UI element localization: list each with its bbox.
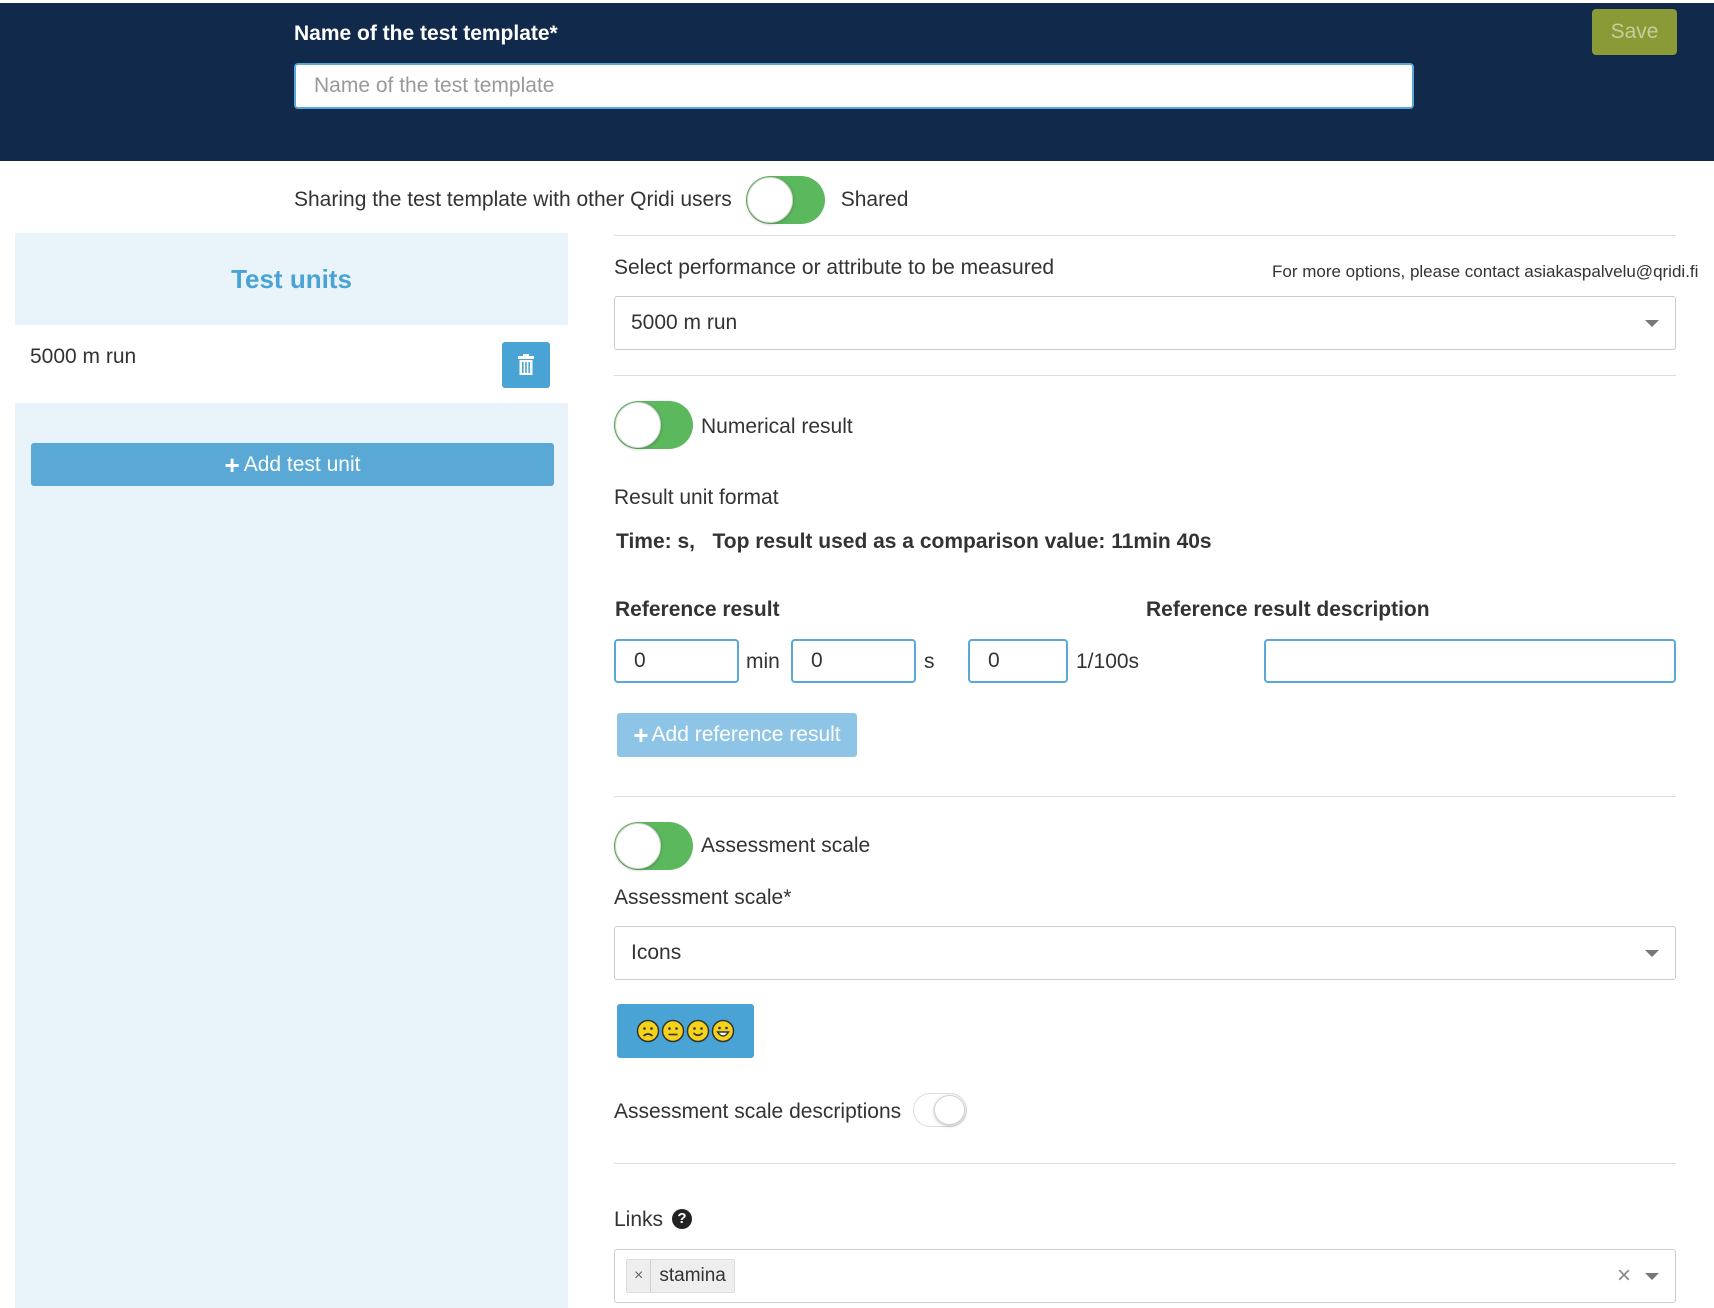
links-label: Links bbox=[614, 1208, 664, 1231]
hundredths-input[interactable] bbox=[968, 639, 1068, 683]
links-select[interactable]: × bbox=[614, 1249, 1676, 1303]
divider bbox=[614, 796, 1676, 797]
save-button[interactable]: Save bbox=[1592, 9, 1677, 55]
sharing-label: Sharing the test template with other Qri… bbox=[294, 188, 732, 211]
chevron-down-icon bbox=[1645, 320, 1659, 327]
reference-result-label: Reference result bbox=[615, 598, 780, 621]
numerical-result-label: Numerical result bbox=[701, 415, 853, 438]
smile-face-icon bbox=[686, 1019, 710, 1043]
icon-scale-preview-button[interactable] bbox=[617, 1004, 754, 1058]
divider bbox=[614, 1163, 1676, 1164]
sharing-state-label: Shared bbox=[840, 188, 909, 211]
add-test-unit-label: Add test unit bbox=[243, 452, 361, 476]
seconds-input[interactable] bbox=[791, 639, 916, 683]
template-name-input[interactable] bbox=[294, 63, 1414, 109]
toggle-knob bbox=[934, 1095, 965, 1125]
result-unit-label: Result unit format bbox=[614, 486, 779, 509]
measure-label: Select performance or attribute to be me… bbox=[614, 256, 1055, 279]
sidebar-body bbox=[15, 403, 568, 1308]
chevron-down-icon bbox=[1645, 950, 1659, 957]
toggle-knob bbox=[615, 823, 661, 869]
template-name-label: Name of the test template* bbox=[294, 22, 558, 45]
link-tag: × stamina bbox=[626, 1259, 735, 1293]
link-tag-label: stamina bbox=[659, 1265, 726, 1286]
assessment-scale-label: Assessment scale* bbox=[614, 886, 792, 909]
divider bbox=[614, 235, 1676, 236]
divider bbox=[614, 375, 1676, 376]
minutes-unit: min bbox=[746, 650, 780, 673]
measure-select[interactable]: 5000 m run bbox=[614, 296, 1676, 350]
test-unit-label: 5000 m run bbox=[30, 345, 137, 368]
trash-icon bbox=[518, 354, 534, 375]
assessment-descriptions-label: Assessment scale descriptions bbox=[614, 1100, 902, 1123]
numerical-result-toggle[interactable] bbox=[614, 401, 693, 449]
grin-face-icon bbox=[711, 1019, 735, 1043]
seconds-unit: s bbox=[924, 650, 935, 673]
sad-face-icon bbox=[636, 1019, 660, 1043]
clear-icon[interactable]: × bbox=[1617, 1262, 1631, 1290]
sharing-row: Sharing the test template with other Qri… bbox=[294, 176, 909, 224]
assessment-scale-value: Icons bbox=[631, 941, 682, 964]
toggle-knob bbox=[746, 177, 793, 223]
neutral-face-icon bbox=[661, 1019, 685, 1043]
delete-unit-button[interactable] bbox=[502, 342, 550, 388]
test-units-title: Test units bbox=[231, 264, 352, 294]
assessment-descriptions-toggle[interactable] bbox=[913, 1093, 967, 1127]
reference-description-input[interactable] bbox=[1264, 639, 1676, 683]
reference-description-label: Reference result description bbox=[1146, 598, 1430, 621]
sharing-toggle[interactable] bbox=[745, 176, 825, 224]
assessment-scale-select[interactable]: Icons bbox=[614, 926, 1676, 980]
header-bar: Name of the test template* Save bbox=[0, 3, 1714, 161]
hundredths-unit: 1/100s bbox=[1076, 650, 1140, 673]
more-options-note: For more options, please contact asiakas… bbox=[1272, 262, 1699, 281]
minutes-input[interactable] bbox=[614, 639, 739, 683]
result-unit-value: Time: s, Top result used as a comparison… bbox=[616, 530, 1212, 553]
add-test-unit-button[interactable]: + Add test unit bbox=[31, 443, 554, 486]
chevron-down-icon bbox=[1645, 1273, 1659, 1280]
assessment-scale-toggle[interactable] bbox=[614, 822, 693, 870]
add-reference-result-label: Add reference result bbox=[651, 723, 841, 746]
plus-icon: + bbox=[633, 720, 649, 750]
measure-select-value: 5000 m run bbox=[631, 311, 738, 334]
remove-tag-icon[interactable]: × bbox=[627, 1260, 652, 1292]
toggle-knob bbox=[615, 402, 661, 448]
plus-icon: + bbox=[224, 449, 240, 480]
add-reference-result-button[interactable]: + Add reference result bbox=[617, 713, 857, 757]
assessment-scale-toggle-label: Assessment scale bbox=[701, 834, 871, 857]
question-circle-icon[interactable]: ? bbox=[672, 1209, 692, 1229]
